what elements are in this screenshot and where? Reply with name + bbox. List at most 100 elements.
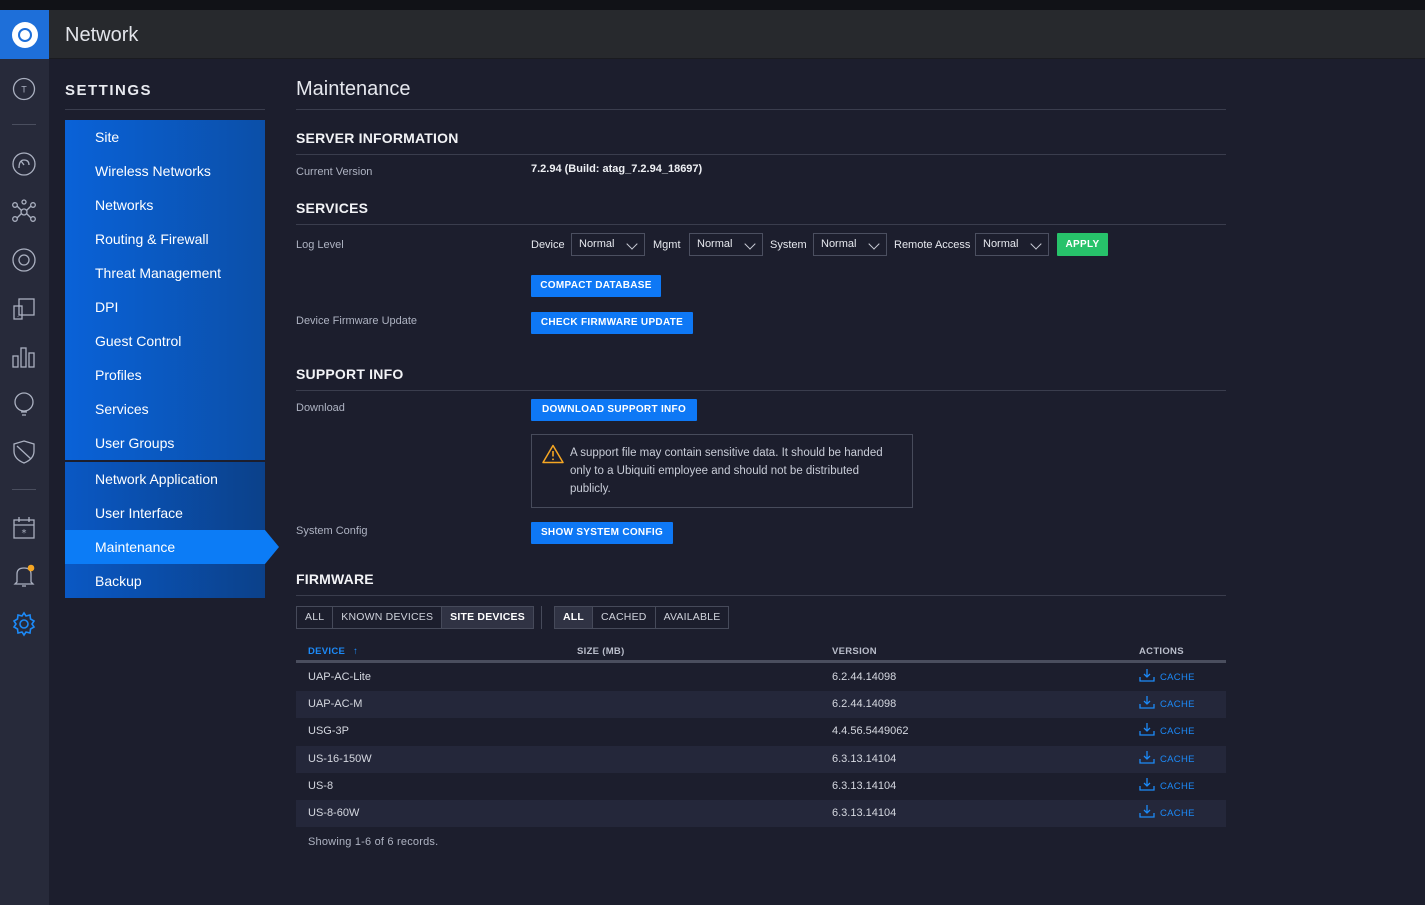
settings-divider [65,109,265,110]
mgmt-log-select[interactable]: Normal [689,233,763,256]
download-icon [1139,695,1155,714]
cache-action[interactable]: CACHE [1139,746,1195,773]
download-label: Download [296,402,345,414]
events-icon[interactable]: * [10,514,38,542]
device-log-select[interactable]: Normal [571,233,645,256]
table-row: US-8-60W 6.3.13.14104 CACHE [296,800,1226,827]
page-title: Maintenance [296,78,411,100]
sidebar-item-networks[interactable]: Networks [65,188,265,222]
system-log-label: System [770,239,807,251]
settings-icon[interactable] [10,610,38,638]
services-title: SERVICES [296,200,369,216]
system-config-label: System Config [296,525,368,537]
topology-icon[interactable] [10,198,38,226]
sidebar-item-wireless-networks[interactable]: Wireless Networks [65,154,265,188]
insights-icon[interactable] [10,390,38,418]
chevron-down-icon [868,238,880,250]
filter-known-devices[interactable]: KNOWN DEVICES [333,607,443,628]
cache-action[interactable]: CACHE [1139,664,1195,691]
rail-divider [12,489,36,490]
firmware-title: FIRMWARE [296,571,374,587]
log-level-label: Log Level [296,239,344,251]
records-count: Showing 1-6 of 6 records. [308,836,439,848]
row-version: 6.2.44.14098 [832,671,897,683]
apply-button[interactable]: APPLY [1057,233,1108,256]
remote-access-log-label: Remote Access [894,239,971,251]
current-version-value: 7.2.94 (Build: atag_7.2.94_18697) [531,163,703,175]
cache-action[interactable]: CACHE [1139,800,1195,827]
alerts-icon[interactable] [10,562,38,590]
download-icon [1139,668,1155,687]
download-icon [1139,777,1155,796]
filter-all-firmware[interactable]: ALL [555,607,594,628]
column-header-version[interactable]: VERSION [832,646,877,657]
table-header-divider [296,660,1226,663]
sidebar-item-user-interface[interactable]: User Interface [65,496,265,530]
cache-action-label: CACHE [1160,808,1195,819]
cache-action[interactable]: CACHE [1139,691,1195,718]
sidebar-item-guest-control[interactable]: Guest Control [65,324,265,358]
dashboard-icon[interactable] [10,150,38,178]
devices-icon[interactable] [10,246,38,274]
section-divider [296,390,1226,391]
nav-rail: T * [0,59,49,905]
download-support-info-button[interactable]: DOWNLOAD SUPPORT INFO [531,399,697,421]
cache-filter-group: ALL CACHED AVAILABLE [554,606,730,629]
chevron-down-icon [744,238,756,250]
section-divider [296,595,1226,596]
device-log-label: Device [531,239,565,251]
compact-database-button[interactable]: COMPACT DATABASE [531,275,661,297]
sidebar-item-services[interactable]: Services [65,392,265,426]
chevron-down-icon [626,238,638,250]
column-header-size[interactable]: SIZE (MB) [577,646,625,657]
sidebar-item-user-groups[interactable]: User Groups [65,426,265,460]
row-device: US-8 [308,779,334,792]
row-device: USG-3P [308,725,349,738]
table-row: USG-3P 4.4.56.5449062 CACHE [296,718,1226,745]
remote-access-log-select[interactable]: Normal [975,233,1049,256]
check-firmware-update-button[interactable]: CHECK FIRMWARE UPDATE [531,312,693,334]
sort-ascending-icon: ↑ [353,646,359,657]
filter-cached[interactable]: CACHED [593,607,656,628]
statistics-icon[interactable] [10,343,38,371]
sidebar-item-network-application[interactable]: Network Application [65,462,265,496]
window-top-strip [0,0,1425,10]
app-header: Network [0,10,1425,59]
table-row: US-16-150W 6.3.13.14104 CACHE [296,745,1226,773]
system-log-select[interactable]: Normal [813,233,887,256]
logo-icon [11,21,38,48]
cache-action[interactable]: CACHE [1139,773,1195,800]
title-divider [296,109,1226,110]
download-icon [1139,750,1155,769]
row-version: 4.4.56.5449062 [832,725,909,738]
filter-all-devices[interactable]: ALL [297,607,334,628]
section-divider [296,224,1226,225]
clients-icon[interactable] [10,295,38,323]
filter-available[interactable]: AVAILABLE [656,607,729,628]
device-log-value: Normal [579,238,615,250]
sidebar-item-threat-management[interactable]: Threat Management [65,256,265,290]
svg-text:T: T [21,85,27,95]
system-log-value: Normal [821,238,857,250]
rail-divider [12,124,36,125]
sidebar-item-dpi[interactable]: DPI [65,290,265,324]
sidebar-item-profiles[interactable]: Profiles [65,358,265,392]
row-version: 6.3.13.14104 [832,779,897,792]
sidebar-item-backup[interactable]: Backup [65,564,265,598]
row-version: 6.3.13.14104 [832,807,897,819]
app-logo[interactable] [0,10,49,59]
sidebar-item-site[interactable]: Site [65,120,265,154]
filter-site-devices[interactable]: SITE DEVICES [442,607,533,628]
table-row: UAP-AC-Lite 6.2.44.14098 CACHE [296,664,1226,691]
download-icon [1139,804,1155,823]
cache-action-label: CACHE [1160,753,1195,765]
column-header-device[interactable]: DEVICE ↑ [308,646,358,657]
server-info-title: SERVER INFORMATION [296,130,459,146]
cache-action-label: CACHE [1160,780,1195,792]
shield-icon[interactable] [10,438,38,466]
cache-action[interactable]: CACHE [1139,718,1195,745]
sidebar-item-routing-firewall[interactable]: Routing & Firewall [65,222,265,256]
user-avatar-icon[interactable]: T [10,75,38,103]
sidebar-item-maintenance[interactable]: Maintenance [65,530,265,564]
show-system-config-button[interactable]: SHOW SYSTEM CONFIG [531,522,673,544]
